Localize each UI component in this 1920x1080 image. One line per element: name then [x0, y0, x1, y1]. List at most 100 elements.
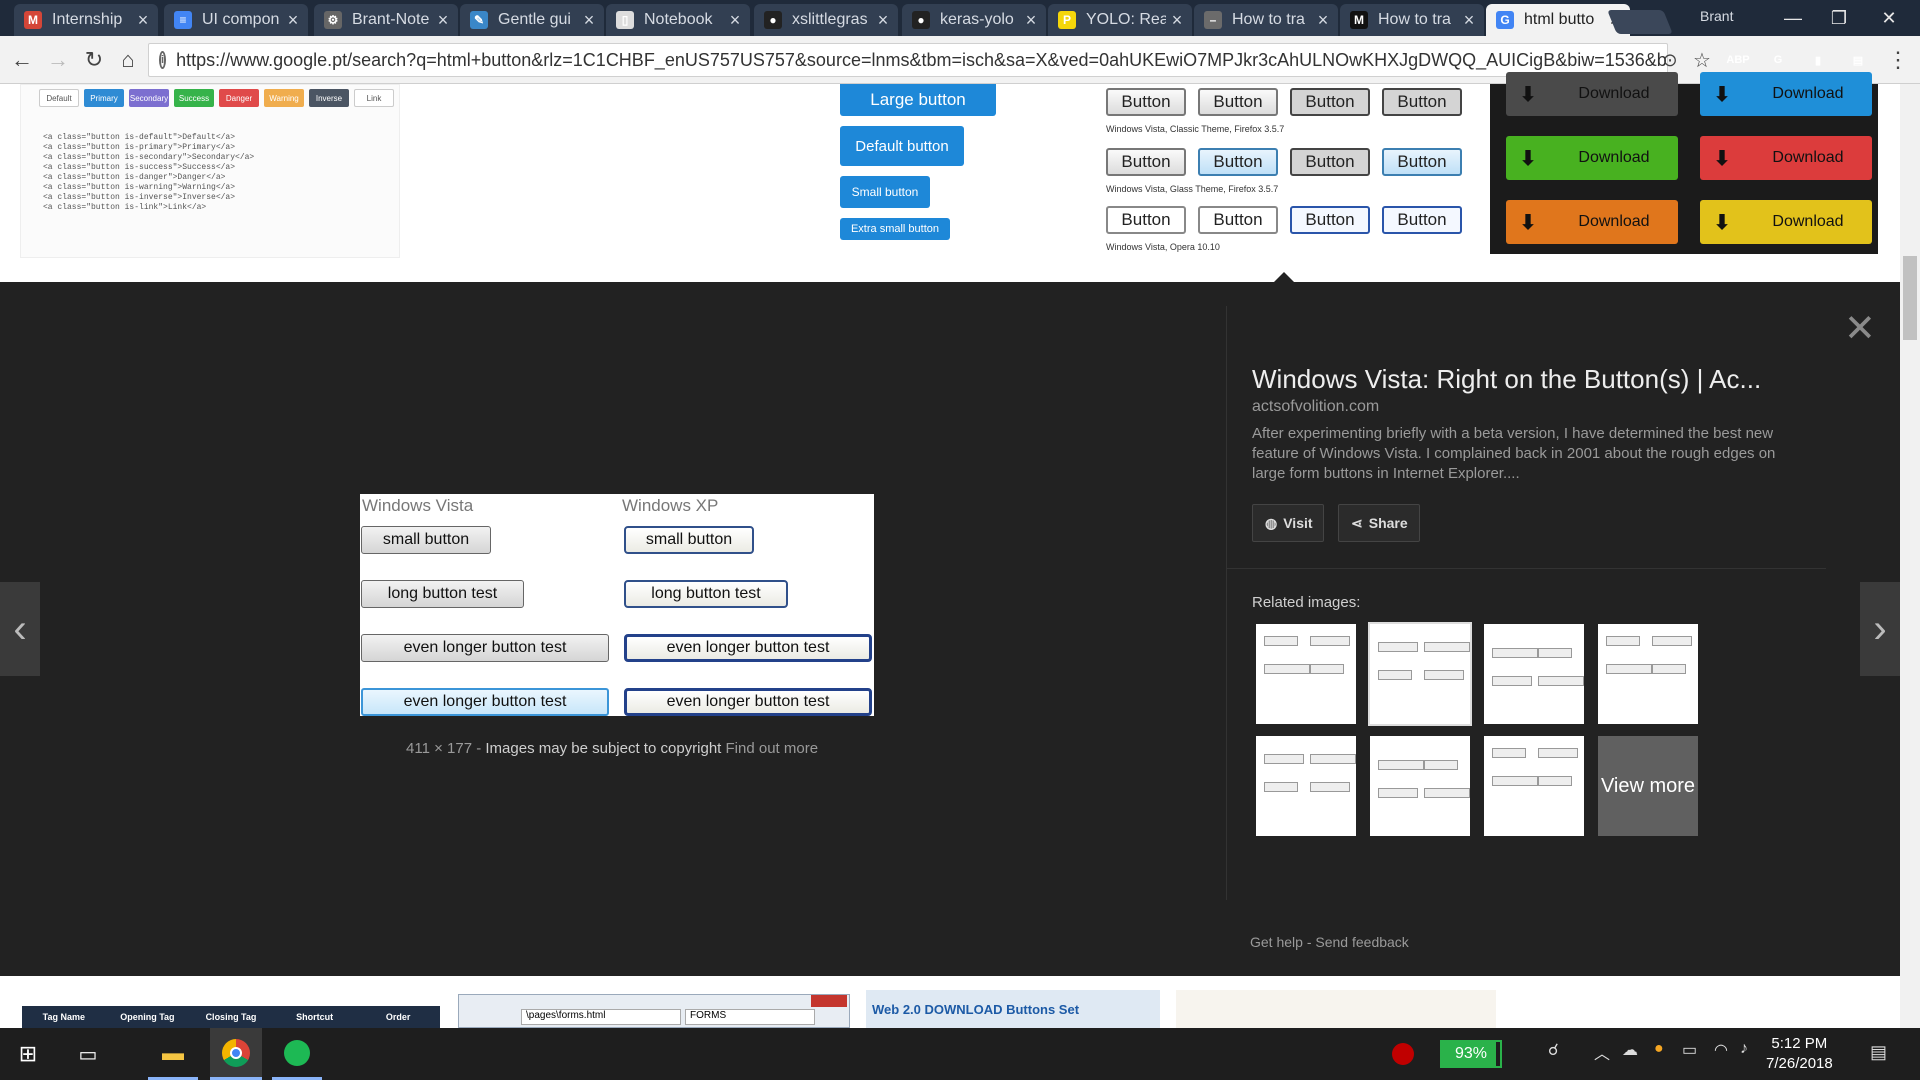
send-feedback-link[interactable]: Send feedback: [1315, 934, 1408, 950]
browser-tab[interactable]: ● keras-yolo ×: [902, 4, 1046, 36]
antivirus-tray-icon[interactable]: [1388, 1028, 1418, 1080]
browser-tab[interactable]: P YOLO: Real ×: [1048, 4, 1192, 36]
related-image-thumbnail[interactable]: [1256, 736, 1356, 836]
result-thumbnail-web20[interactable]: Web 2.0 DOWNLOAD Buttons Set: [866, 990, 1160, 1028]
copyright-note: Images may be subject to copyright: [485, 740, 722, 757]
back-icon[interactable]: ←: [8, 46, 36, 74]
related-image-thumbnail[interactable]: [1484, 624, 1584, 724]
result-thumbnail-forms[interactable]: \pages\forms.html FORMS: [458, 994, 850, 1028]
wifi-icon[interactable]: ◠: [1714, 1040, 1728, 1060]
view-more-button[interactable]: View more: [1598, 736, 1698, 836]
menu-icon[interactable]: ⋮: [1884, 46, 1912, 74]
vista-sample-button: Button: [1382, 148, 1462, 176]
vista-sample-button: Button: [1290, 206, 1370, 234]
share-button[interactable]: ⋖ Share: [1338, 504, 1420, 542]
thumbnail-detail: [1310, 754, 1356, 764]
previous-image-button[interactable]: ‹: [0, 582, 40, 676]
next-image-button[interactable]: ›: [1860, 582, 1900, 676]
weather-icon[interactable]: ●: [1654, 1040, 1664, 1058]
adblock-extension-icon[interactable]: ABP: [1726, 48, 1750, 72]
thumbnail-detail: [1606, 636, 1640, 646]
forward-icon[interactable]: →: [44, 46, 72, 74]
browser-tab[interactable]: ▯ Notebook ×: [606, 4, 750, 36]
browser-tab[interactable]: – How to tra ×: [1194, 4, 1338, 36]
window-close-button[interactable]: ✕: [1866, 0, 1912, 36]
download-arrow-icon: ⬇: [1519, 211, 1537, 234]
meta-separator: -: [476, 740, 482, 757]
people-icon[interactable]: ☌: [1548, 1040, 1559, 1060]
new-tab-button[interactable]: [1607, 10, 1673, 34]
browser-tab[interactable]: M Internship ×: [14, 4, 158, 36]
minimize-button[interactable]: —: [1770, 0, 1816, 36]
volume-icon[interactable]: ♪: [1740, 1040, 1748, 1058]
result-thumbnail-download-buttons[interactable]: ⬇ Download ⬇ Download ⬇ Download ⬇ Download ⬇ Dow…: [1490, 72, 1878, 254]
system-clock[interactable]: 5:12 PM 7/26/2018: [1766, 1034, 1833, 1074]
reload-icon[interactable]: ↻: [80, 46, 108, 74]
tab-close-icon[interactable]: ×: [724, 10, 746, 31]
related-image-thumbnail[interactable]: [1256, 624, 1356, 724]
tab-close-icon[interactable]: ×: [1312, 10, 1334, 31]
browser-tab[interactable]: M How to tra ×: [1340, 4, 1484, 36]
tab-close-icon[interactable]: ×: [1166, 10, 1188, 31]
task-view-icon[interactable]: ▭: [60, 1028, 116, 1080]
bookmark-star-icon[interactable]: ☆: [1688, 46, 1716, 74]
chrome-icon[interactable]: [210, 1028, 262, 1080]
preview-image[interactable]: Windows Vista Windows XP small button sm…: [360, 494, 874, 716]
result-title[interactable]: Windows Vista: Right on the Button(s) | …: [1252, 364, 1761, 395]
related-image-thumbnail[interactable]: [1598, 624, 1698, 724]
file-explorer-icon[interactable]: ▬: [148, 1028, 198, 1080]
tab-close-icon[interactable]: ×: [578, 10, 600, 31]
result-thumbnail-vista-buttons[interactable]: Button Button Button Button Windows Vista, C…: [1096, 84, 1476, 254]
download-arrow-icon: ⬇: [1713, 83, 1731, 106]
result-thumbnail-html-code[interactable]: [1516, 1012, 1876, 1028]
visit-button[interactable]: ◍ Visit: [1252, 504, 1324, 542]
tray-expand-icon[interactable]: ︿: [1594, 1040, 1610, 1064]
action-center-icon[interactable]: ▤: [1870, 1042, 1887, 1063]
tab-favicon-icon: M: [24, 11, 42, 29]
result-thumbnail-text[interactable]: [1176, 990, 1496, 1028]
related-image-thumbnail[interactable]: [1370, 736, 1470, 836]
location-icon[interactable]: ⊙: [1656, 46, 1684, 74]
tab-close-icon[interactable]: ×: [872, 10, 894, 31]
get-help-link[interactable]: Get help: [1250, 934, 1303, 950]
browser-tab[interactable]: ✎ Gentle gui ×: [460, 4, 604, 36]
browser-tab[interactable]: ≡ UI compon ×: [164, 4, 308, 36]
site-info-icon[interactable]: i: [159, 51, 167, 69]
page-scrollbar[interactable]: [1900, 84, 1920, 1028]
result-thumbnail-bootstrap[interactable]: Default Primary Secondary Success Danger Warn…: [20, 84, 400, 258]
tab-close-icon[interactable]: ×: [1458, 10, 1480, 31]
large-button-sample: Large button: [840, 84, 996, 116]
close-preview-icon[interactable]: ✕: [1844, 306, 1876, 351]
browser-tab[interactable]: ⚙ Brant-Note ×: [314, 4, 458, 36]
scrollbar-thumb[interactable]: [1903, 256, 1917, 340]
address-bar[interactable]: i https://www.google.pt/search?q=html+bu…: [148, 43, 1668, 77]
bootstrap-sample-button: Link: [354, 89, 394, 107]
battery-indicator[interactable]: 93%: [1440, 1040, 1502, 1068]
notes-extension-icon[interactable]: ▤: [1846, 48, 1870, 72]
code-line: <a class="button is-link">Link</a>: [43, 203, 207, 212]
browser-tab[interactable]: Ghtml butto×: [1486, 4, 1630, 36]
onedrive-icon[interactable]: ☁: [1622, 1040, 1638, 1060]
tab-close-icon[interactable]: ×: [282, 10, 304, 31]
find-out-more-link[interactable]: Find out more: [726, 740, 819, 757]
image-meta: 411 × 177 - Images may be subject to cop…: [406, 740, 818, 757]
home-icon[interactable]: ⌂: [114, 46, 142, 74]
related-image-thumbnail[interactable]: [1368, 622, 1472, 726]
profile-name[interactable]: Brant: [1700, 8, 1733, 24]
tab-close-icon[interactable]: ×: [1020, 10, 1042, 31]
browser-tab[interactable]: ● xslittlegras ×: [754, 4, 898, 36]
default-button-sample: Default button: [840, 126, 964, 166]
result-thumbnail-tag-table[interactable]: Tag Name Opening Tag Closing Tag Shortcut Or…: [22, 1006, 440, 1028]
spotify-icon[interactable]: [272, 1028, 322, 1080]
battery-tray-icon[interactable]: ▭: [1682, 1040, 1697, 1060]
download-sample-button: ⬇ Download: [1506, 136, 1678, 180]
tab-close-icon[interactable]: ×: [132, 10, 154, 31]
grammarly-extension-icon[interactable]: G: [1766, 48, 1790, 72]
tab-close-icon[interactable]: ×: [432, 10, 454, 31]
related-image-thumbnail[interactable]: [1484, 736, 1584, 836]
tab-favicon-icon: ●: [764, 11, 782, 29]
windows-start-icon[interactable]: ⊞: [0, 1028, 56, 1080]
table-header-cell: Tag Name: [42, 1012, 85, 1022]
maximize-button[interactable]: ❐: [1816, 0, 1862, 36]
bookmark-extension-icon[interactable]: ▮: [1806, 48, 1830, 72]
